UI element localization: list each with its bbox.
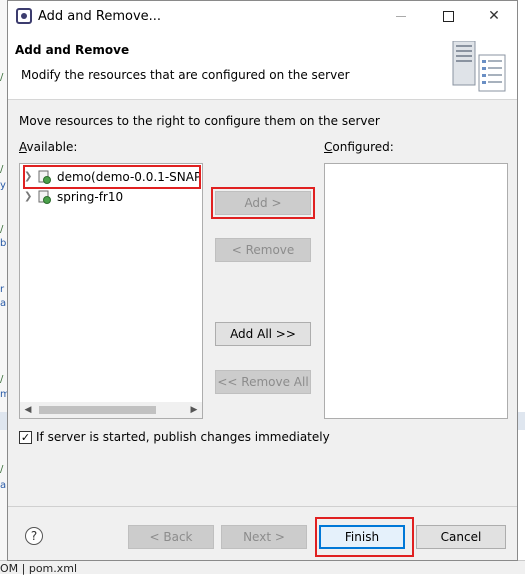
remove-all-button[interactable]: << Remove All — [215, 370, 311, 394]
publish-checkbox[interactable]: ✓ — [19, 431, 32, 444]
server-icon — [452, 41, 506, 92]
web-project-icon — [38, 170, 51, 184]
finish-button[interactable]: Finish — [319, 525, 405, 549]
expand-chevron-icon[interactable]: ❯ — [24, 188, 32, 206]
maximize-icon[interactable] — [425, 1, 471, 32]
title-bar: Add and Remove... ✕ — [8, 1, 517, 32]
background-editor-glyph: / — [0, 464, 4, 475]
available-label: Available: — [19, 140, 78, 154]
scroll-left-icon[interactable]: ◀ — [20, 402, 36, 418]
background-editor-glyph: y — [0, 180, 6, 191]
background-editor-glyph: / — [0, 164, 4, 175]
tree-item-label: spring-fr10 — [57, 190, 124, 204]
background-editor-glyph: / — [0, 224, 4, 235]
available-resources-tree[interactable]: ❯ demo(demo-0.0.1-SNAP ❯ spring-fr10 ◀ ▶ — [19, 163, 203, 419]
web-project-icon — [38, 190, 51, 204]
publish-checkbox-label[interactable]: If server is started, publish changes im… — [36, 430, 330, 444]
add-remove-dialog: Add and Remove... ✕ Add and Remove Modif… — [7, 0, 518, 561]
help-icon[interactable]: ? — [25, 527, 43, 545]
close-icon[interactable]: ✕ — [471, 1, 517, 32]
add-button[interactable]: Add > — [215, 191, 311, 215]
dialog-header: Add and Remove Modify the resources that… — [8, 32, 517, 100]
tree-item-demo[interactable]: ❯ demo(demo-0.0.1-SNAP — [20, 168, 202, 186]
background-status-bar: OM | pom.xml — [0, 560, 525, 575]
background-editor-glyph: / — [0, 374, 4, 385]
configured-resources-list[interactable] — [324, 163, 508, 419]
back-button[interactable]: < Back — [128, 525, 214, 549]
horizontal-scrollbar[interactable]: ◀ ▶ — [20, 402, 202, 418]
cancel-button[interactable]: Cancel — [416, 525, 506, 549]
scrollbar-thumb[interactable] — [39, 406, 156, 414]
eclipse-app-icon — [16, 8, 32, 24]
header-description: Modify the resources that are configured… — [21, 68, 350, 82]
next-button[interactable]: Next > — [221, 525, 307, 549]
background-editor-glyph: r — [0, 284, 5, 295]
remove-button[interactable]: < Remove — [215, 238, 311, 262]
background-editor-glyph: b — [0, 238, 7, 249]
configured-label: Configured: — [324, 140, 394, 154]
tree-item-label: demo(demo-0.0.1-SNAP — [57, 170, 202, 184]
instruction-text: Move resources to the right to configure… — [19, 114, 380, 128]
background-editor-glyph: a — [0, 480, 7, 491]
tree-item-spring-fr10[interactable]: ❯ spring-fr10 — [20, 188, 200, 206]
background-editor-glyph: / — [0, 72, 4, 83]
footer-separator — [8, 506, 517, 507]
expand-chevron-icon[interactable]: ❯ — [24, 168, 32, 186]
background-editor-glyph: a — [0, 298, 7, 309]
scroll-right-icon[interactable]: ▶ — [186, 402, 202, 418]
header-title: Add and Remove — [15, 43, 130, 57]
add-all-button[interactable]: Add All >> — [215, 322, 311, 346]
background-status-tab[interactable]: OM | pom.xml — [0, 562, 77, 575]
window-title: Add and Remove... — [38, 9, 162, 24]
minimize-icon[interactable] — [378, 1, 424, 32]
